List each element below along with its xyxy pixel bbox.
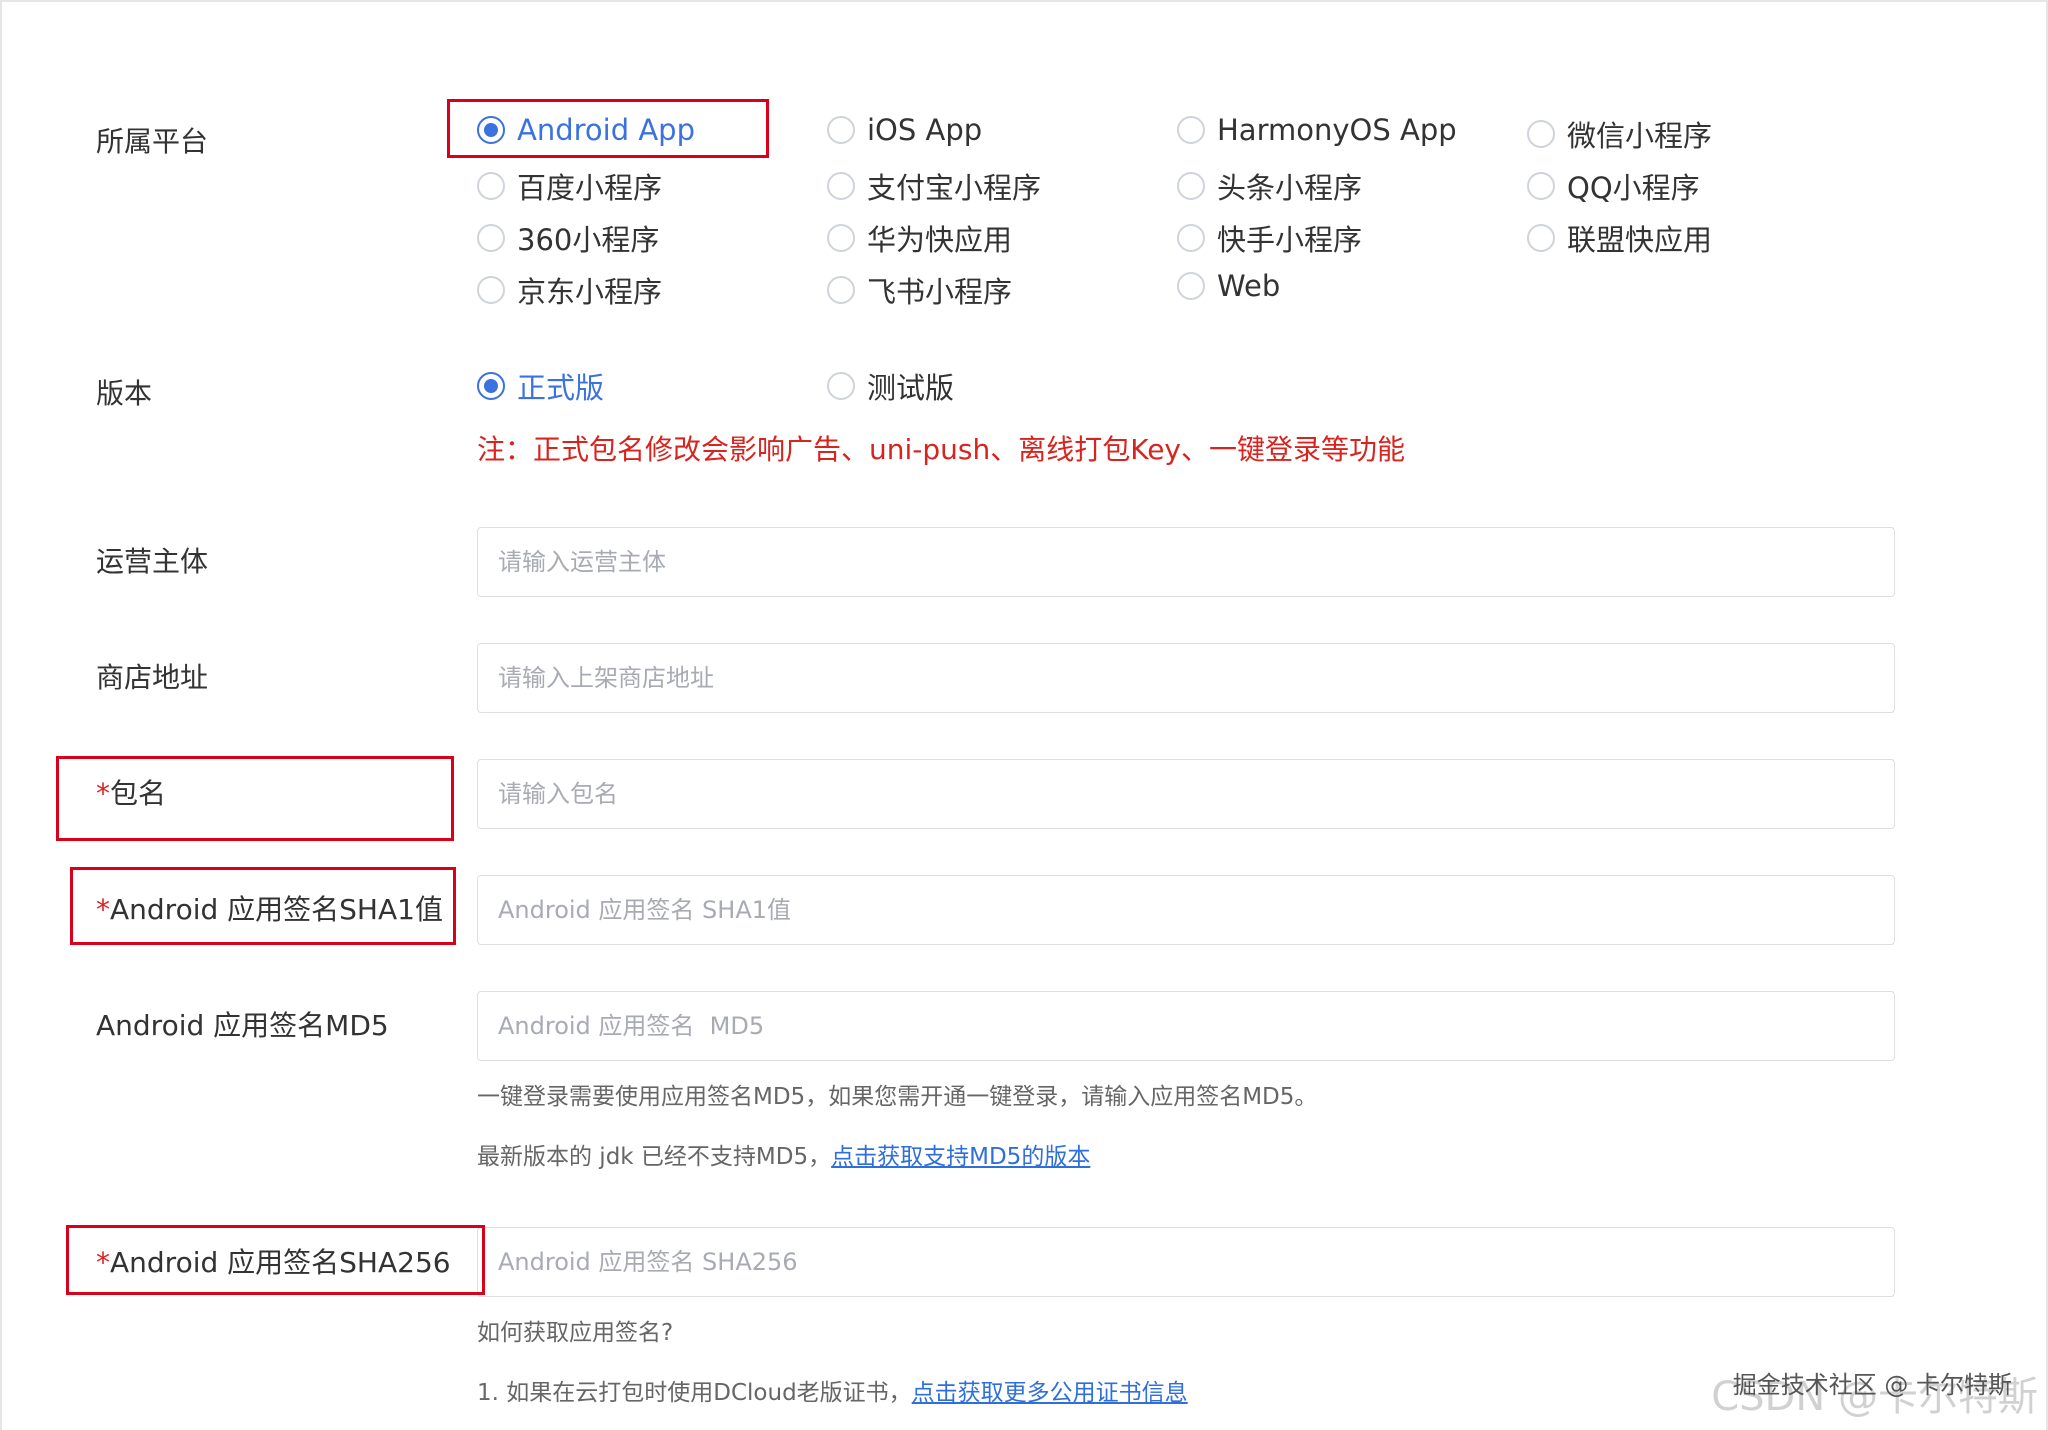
required-asterisk: * <box>96 1246 110 1279</box>
md5-help-text: 一键登录需要使用应用签名MD5，如果您需开通一键登录，请输入应用签名MD5。 <box>477 1077 1317 1111</box>
platform-option-360-mini[interactable]: 360小程序 <box>477 217 659 259</box>
required-asterisk: * <box>96 893 110 926</box>
platform-option-android-app[interactable]: Android App <box>477 113 695 147</box>
radio-checked-icon <box>477 372 505 400</box>
radio-checked-icon <box>477 116 505 144</box>
radio-unchecked-icon <box>1527 172 1555 200</box>
radio-unchecked-icon <box>1177 272 1205 300</box>
sha256-input[interactable] <box>477 1227 1895 1297</box>
version-option-label: 正式版 <box>517 365 604 407</box>
radio-unchecked-icon <box>1177 116 1205 144</box>
radio-unchecked-icon <box>827 276 855 304</box>
watermark-juejin: 掘金技术社区 @ 卡尔特斯 <box>1733 1365 2012 1400</box>
platform-option-label: 快手小程序 <box>1217 217 1362 259</box>
frame-top-line <box>0 0 2048 2</box>
radio-unchecked-icon <box>1177 224 1205 252</box>
platform-option-wechat-mini[interactable]: 微信小程序 <box>1527 113 1712 155</box>
radio-unchecked-icon <box>477 276 505 304</box>
platform-option-web[interactable]: Web <box>1177 269 1280 303</box>
sha256-label-text: Android 应用签名SHA256 <box>110 1246 451 1279</box>
platform-option-ios-app[interactable]: iOS App <box>827 113 982 147</box>
md5-jdk-note: 最新版本的 jdk 已经不支持MD5，点击获取支持MD5的版本 <box>477 1137 1090 1171</box>
platform-option-label: 联盟快应用 <box>1567 217 1712 259</box>
get-md5-version-link[interactable]: 点击获取支持MD5的版本 <box>831 1144 1090 1170</box>
platform-option-label: 支付宝小程序 <box>867 165 1041 207</box>
platform-option-kuaishou-mini[interactable]: 快手小程序 <box>1177 217 1362 259</box>
platform-option-label: 华为快应用 <box>867 217 1012 259</box>
md5-label: Android 应用签名MD5 <box>96 1008 389 1044</box>
radio-unchecked-icon <box>827 116 855 144</box>
package-name-label-text: 包名 <box>110 777 166 810</box>
radio-unchecked-icon <box>1527 224 1555 252</box>
version-warning-note: 注：正式包名修改会影响广告、uni-push、离线打包Key、一键登录等功能 <box>477 428 1405 468</box>
platform-label: 所属平台 <box>96 124 208 160</box>
sha256-label: *Android 应用签名SHA256 <box>96 1245 451 1281</box>
signature-help-title: 如何获取应用签名? <box>477 1313 673 1347</box>
platform-option-label: 京东小程序 <box>517 269 662 311</box>
platform-option-jd-mini[interactable]: 京东小程序 <box>477 269 662 311</box>
radio-unchecked-icon <box>827 224 855 252</box>
platform-option-alipay-mini[interactable]: 支付宝小程序 <box>827 165 1041 207</box>
sha1-label-text: Android 应用签名SHA1值 <box>110 893 443 926</box>
operator-label: 运营主体 <box>96 544 208 580</box>
radio-unchecked-icon <box>1177 172 1205 200</box>
operator-input[interactable] <box>477 527 1895 597</box>
platform-option-baidu-mini[interactable]: 百度小程序 <box>477 165 662 207</box>
radio-unchecked-icon <box>477 224 505 252</box>
version-option-test[interactable]: 测试版 <box>827 365 954 407</box>
radio-unchecked-icon <box>1527 120 1555 148</box>
platform-option-feishu-mini[interactable]: 飞书小程序 <box>827 269 1012 311</box>
required-asterisk: * <box>96 777 110 810</box>
version-label: 版本 <box>96 376 152 412</box>
sha1-label: *Android 应用签名SHA1值 <box>96 892 443 928</box>
version-option-release[interactable]: 正式版 <box>477 365 604 407</box>
md5-input[interactable] <box>477 991 1895 1061</box>
platform-option-qq-mini[interactable]: QQ小程序 <box>1527 165 1700 207</box>
platform-option-label: 飞书小程序 <box>867 269 1012 311</box>
platform-option-label: HarmonyOS App <box>1217 113 1457 147</box>
platform-option-harmonyos-app[interactable]: HarmonyOS App <box>1177 113 1457 147</box>
get-public-cert-info-link[interactable]: 点击获取更多公用证书信息 <box>912 1380 1188 1406</box>
store-url-input[interactable] <box>477 643 1895 713</box>
radio-unchecked-icon <box>827 372 855 400</box>
platform-option-label: Web <box>1217 269 1280 303</box>
platform-option-label: 头条小程序 <box>1217 165 1362 207</box>
radio-unchecked-icon <box>477 172 505 200</box>
platform-option-label: 微信小程序 <box>1567 113 1712 155</box>
platform-option-toutiao-mini[interactable]: 头条小程序 <box>1177 165 1362 207</box>
version-option-label: 测试版 <box>867 365 954 407</box>
package-name-label: *包名 <box>96 776 166 812</box>
sha1-input[interactable] <box>477 875 1895 945</box>
platform-option-label: QQ小程序 <box>1567 165 1700 207</box>
platform-option-huawei-quickapp[interactable]: 华为快应用 <box>827 217 1012 259</box>
frame-left-line <box>0 0 2 1430</box>
store-url-label: 商店地址 <box>96 660 208 696</box>
platform-option-label: 百度小程序 <box>517 165 662 207</box>
md5-jdk-note-text: 最新版本的 jdk 已经不支持MD5， <box>477 1144 831 1170</box>
signature-help-item-text: 1. 如果在云打包时使用DCloud老版证书， <box>477 1380 912 1406</box>
platform-option-label: 360小程序 <box>517 217 659 259</box>
radio-unchecked-icon <box>827 172 855 200</box>
platform-option-label: iOS App <box>867 113 982 147</box>
platform-option-label: Android App <box>517 113 695 147</box>
signature-help-item: 1. 如果在云打包时使用DCloud老版证书，点击获取更多公用证书信息 <box>477 1373 1188 1407</box>
platform-option-alliance-quickapp[interactable]: 联盟快应用 <box>1527 217 1712 259</box>
package-name-input[interactable] <box>477 759 1895 829</box>
